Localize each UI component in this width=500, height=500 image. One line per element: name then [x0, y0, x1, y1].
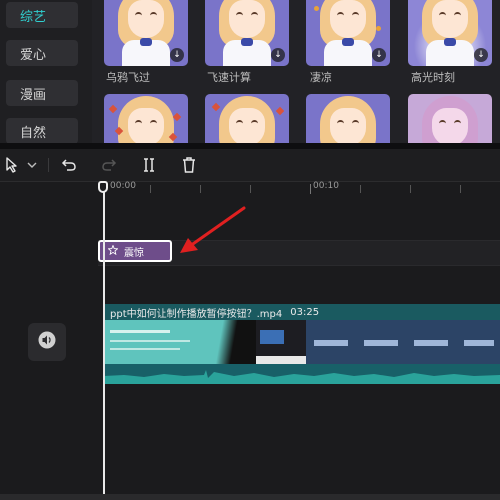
effect-thumbnail-highlight[interactable]: ↓: [408, 0, 492, 66]
video-clip-header: ppt中如何让制作播放暂停按钮？.mp4 03:25: [104, 304, 500, 320]
audio-toggle-button[interactable]: [28, 323, 66, 361]
split-icon[interactable]: [140, 155, 158, 175]
effect-clip-label: 震惊: [124, 247, 144, 259]
download-icon[interactable]: ↓: [474, 48, 488, 62]
category-label: 漫画: [20, 87, 47, 103]
ruler-time-label: 00:10: [313, 181, 339, 191]
category-item-heart[interactable]: 爱心: [6, 40, 78, 66]
annotation-arrow: [180, 206, 246, 253]
timeline-toolbar: [0, 149, 500, 182]
download-icon[interactable]: ↓: [170, 48, 184, 62]
undo-icon[interactable]: [60, 155, 78, 175]
video-frame: [456, 320, 500, 364]
effects-panel: 综艺 爱心 漫画 自然 ↓ ↓ ↓ ↓ 乌鸦飞过 飞速计算 凄凉 高光时刻: [0, 0, 500, 143]
category-item-nature[interactable]: 自然: [6, 118, 78, 143]
category-label: 自然: [20, 125, 47, 141]
redo-icon[interactable]: [100, 155, 118, 175]
effect-label: 飞速计算: [207, 71, 251, 84]
timeline-scrollbar[interactable]: [0, 494, 500, 500]
category-label: 爱心: [20, 47, 47, 63]
chevron-down-icon[interactable]: [26, 155, 38, 175]
video-frame: [206, 320, 256, 364]
effect-thumbnail-desolate[interactable]: ↓: [306, 0, 390, 66]
effect-thumbnail[interactable]: [205, 94, 289, 143]
effect-thumbnail-fast-calc[interactable]: ↓: [205, 0, 289, 66]
effect-thumbnail-crow[interactable]: ↓: [104, 0, 188, 66]
audio-waveform: [104, 364, 500, 384]
effect-clip[interactable]: 震惊: [98, 240, 172, 262]
download-icon[interactable]: ↓: [372, 48, 386, 62]
star-icon: [107, 243, 119, 258]
category-item-comic[interactable]: 漫画: [6, 80, 78, 106]
effect-thumbnail[interactable]: [306, 94, 390, 143]
category-item-variety[interactable]: 综艺: [6, 2, 78, 28]
effect-label: 乌鸦飞过: [106, 71, 150, 84]
video-frame: [306, 320, 356, 364]
video-frame: [104, 320, 206, 364]
video-frame: [356, 320, 406, 364]
ruler-time-label: 00:00: [110, 181, 136, 191]
effect-thumbnail[interactable]: [408, 94, 492, 143]
playhead-handle[interactable]: [98, 181, 108, 193]
effect-label: 凄凉: [310, 71, 332, 84]
video-frame: [406, 320, 456, 364]
video-frame: [256, 320, 306, 364]
category-label: 综艺: [20, 9, 47, 25]
select-cursor-icon[interactable]: [4, 155, 20, 175]
category-sidebar: 综艺 爱心 漫画 自然: [0, 0, 92, 143]
timeline-ruler[interactable]: 00:00 00:10: [100, 181, 500, 195]
delete-icon[interactable]: [180, 155, 198, 175]
playhead-line[interactable]: [103, 190, 105, 500]
effect-label: 高光时刻: [411, 71, 455, 84]
download-icon[interactable]: ↓: [271, 48, 285, 62]
speaker-icon: [37, 330, 57, 354]
video-clip-filename: ppt中如何让制作播放暂停按钮？.mp4: [110, 308, 283, 320]
effect-thumbnail[interactable]: [104, 94, 188, 143]
toolbar-divider: [48, 158, 49, 172]
video-clip-duration: 03:25: [290, 306, 320, 318]
